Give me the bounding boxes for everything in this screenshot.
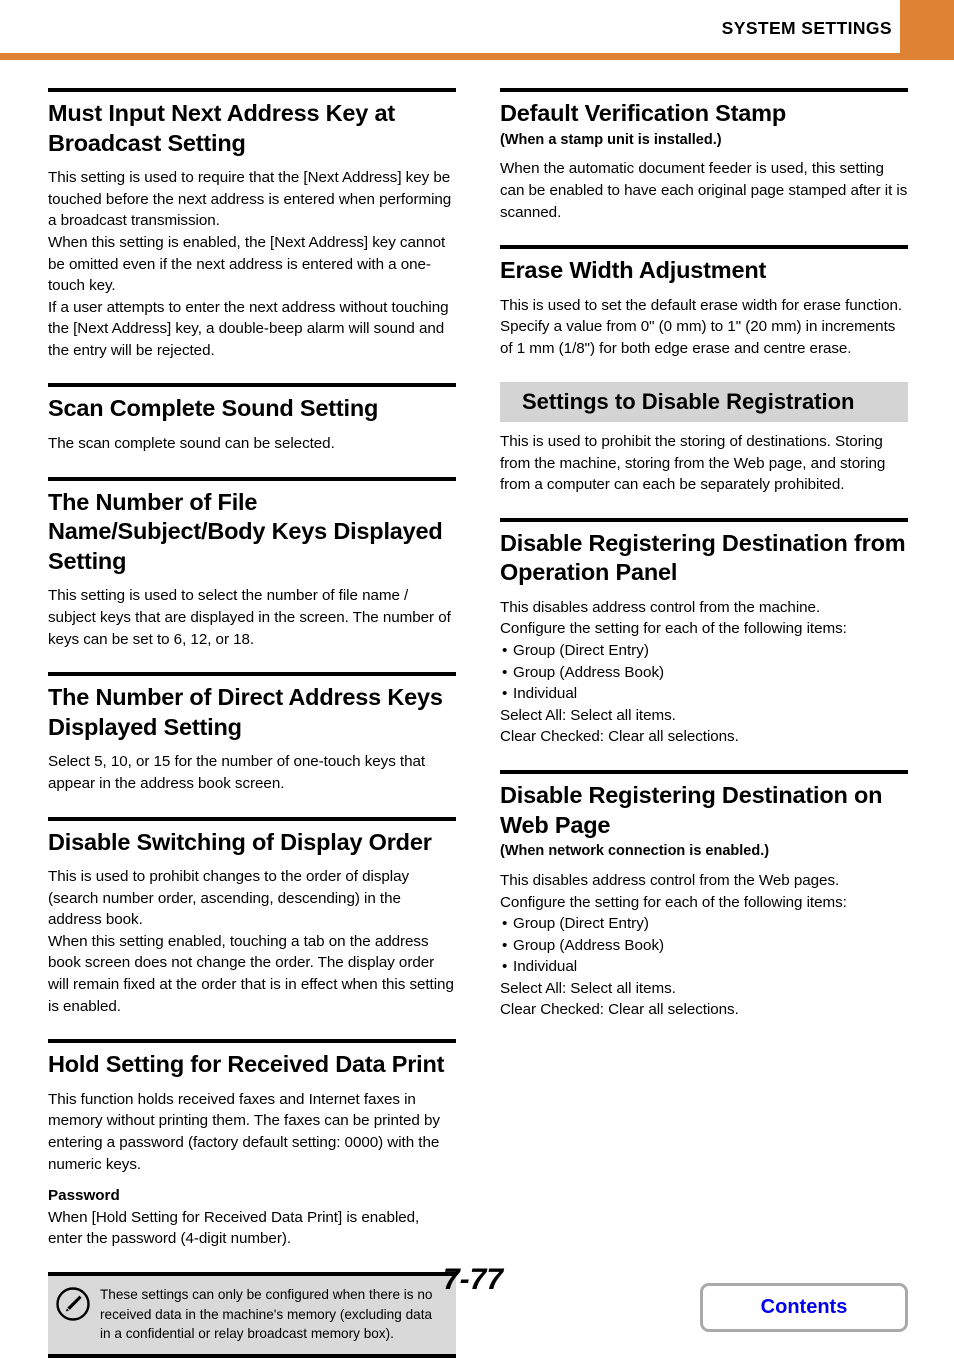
section-paragraph: This is used to prohibit the storing of …: [500, 432, 886, 494]
section-paragraph: This setting is used to select the numbe…: [48, 587, 451, 648]
section-paragraph: When this setting enabled, touching a ta…: [48, 932, 454, 1015]
contents-button-label: Contents: [760, 1296, 848, 1318]
section-default-verification-stamp: Default Verification Stamp (When a stamp…: [500, 88, 908, 223]
section-paragraph: This disables address control from the m…: [500, 598, 821, 616]
section-heading: Must Input Next Address Key at Broadcast…: [48, 100, 395, 156]
section-paragraph: Select All: Select all items.: [500, 706, 676, 724]
section-heading: Scan Complete Sound Setting: [48, 395, 379, 422]
section-heading: Hold Setting for Received Data Print: [48, 1051, 445, 1078]
section-subheading: (When network connection is enabled.): [500, 843, 770, 860]
section-paragraph: Clear Checked: Clear all selections.: [500, 1001, 739, 1019]
section-paragraph: Configure the setting for each of the fo…: [500, 893, 847, 911]
section-number-of-direct-address-keys: The Number of Direct Address Keys Displa…: [48, 672, 456, 794]
section-heading: Disable Registering Destination from Ope…: [500, 529, 906, 586]
page-title: SYSTEM SETTINGS: [721, 18, 892, 38]
section-heading: Erase Width Adjustment: [500, 257, 767, 284]
note-text: These settings can only be configured wh…: [100, 1286, 433, 1342]
section-must-input-next-address: Must Input Next Address Key at Broadcast…: [48, 88, 456, 361]
section-rule: [48, 672, 456, 677]
section-scan-complete-sound: Scan Complete Sound Setting The scan com…: [48, 383, 456, 454]
section-paragraph: When [Hold Setting for Received Data Pri…: [48, 1208, 420, 1248]
header-rule: [0, 53, 900, 60]
section-paragraph: This is used to set the default erase wi…: [500, 296, 903, 357]
section-hold-setting-received-data-print: Hold Setting for Received Data Print Thi…: [48, 1039, 456, 1250]
section-paragraph: This disables address control from the W…: [500, 871, 840, 889]
section-heading: The Number of File Name/Subject/Body Key…: [48, 488, 443, 574]
section-paragraph: Select All: Select all items.: [500, 979, 676, 997]
section-settings-to-disable-registration: Settings to Disable Registration This is…: [500, 381, 908, 496]
section-paragraph: Select 5, 10, or 15 for the number of on…: [48, 753, 426, 792]
header-accent-block: [900, 0, 954, 60]
section-rule: [48, 816, 456, 821]
section-paragraph: The scan complete sound can be selected.: [48, 435, 335, 453]
list-item: Group (Direct Entry): [500, 640, 908, 662]
section-heading: Disable Switching of Display Order: [48, 828, 432, 855]
section-rule: [48, 88, 456, 92]
banner-heading-label: Settings to Disable Registration: [522, 388, 855, 414]
section-heading: The Number of Direct Address Keys Displa…: [48, 684, 443, 740]
section-paragraph: This is used to prohibit changes to the …: [48, 868, 410, 929]
section-paragraph: This function holds received faxes and I…: [48, 1090, 440, 1173]
section-paragraph: When the automatic document feeder is us…: [500, 160, 908, 221]
section-paragraph: This setting is used to require that the…: [48, 169, 452, 230]
list-item: Group (Direct Entry): [500, 913, 908, 935]
left-column: Must Input Next Address Key at Broadcast…: [48, 88, 456, 1358]
bullet-list: Group (Direct Entry) Group (Address Book…: [500, 913, 908, 978]
section-rule: [48, 476, 456, 481]
section-rule: [500, 88, 908, 92]
section-rule: [500, 769, 908, 774]
page-header: SYSTEM SETTINGS: [0, 0, 954, 60]
page-number: 7-77: [443, 1263, 504, 1296]
section-rule: [48, 1039, 456, 1044]
section-disable-registering-from-operation-panel: Disable Registering Destination from Ope…: [500, 517, 908, 748]
section-heading: Default Verification Stamp: [500, 100, 787, 126]
section-subheading: (When a stamp unit is installed.): [500, 131, 722, 148]
section-disable-registering-on-web-page: Disable Registering Destination on Web P…: [500, 769, 908, 1021]
section-erase-width-adjustment: Erase Width Adjustment This is used to s…: [500, 245, 908, 359]
section-disable-switching-display-order: Disable Switching of Display Order This …: [48, 816, 456, 1018]
section-paragraph: If a user attempts to enter the next add…: [48, 298, 449, 359]
contents-button[interactable]: Contents: [700, 1283, 908, 1332]
list-item: Group (Address Book): [500, 662, 908, 684]
section-paragraph: Clear Checked: Clear all selections.: [500, 728, 739, 746]
section-rule: [500, 245, 908, 250]
bullet-list: Group (Direct Entry) Group (Address Book…: [500, 640, 908, 705]
note-pencil-icon: [56, 1287, 90, 1321]
section-paragraph: When this setting is enabled, the [Next …: [48, 233, 446, 295]
password-label: Password: [48, 1187, 120, 1205]
banner-heading: Settings to Disable Registration: [500, 381, 908, 422]
section-paragraph: Configure the setting for each of the fo…: [500, 620, 847, 638]
note-box: These settings can only be configured wh…: [48, 1271, 456, 1358]
section-heading: Disable Registering Destination on Web P…: [500, 781, 883, 838]
section-rule: [48, 383, 456, 388]
section-rule: [500, 517, 908, 522]
right-column: Default Verification Stamp (When a stamp…: [500, 88, 908, 1021]
list-item: Group (Address Book): [500, 935, 908, 957]
list-item: Individual: [500, 683, 908, 705]
list-item: Individual: [500, 956, 908, 978]
section-number-of-file-name-keys: The Number of File Name/Subject/Body Key…: [48, 476, 456, 651]
